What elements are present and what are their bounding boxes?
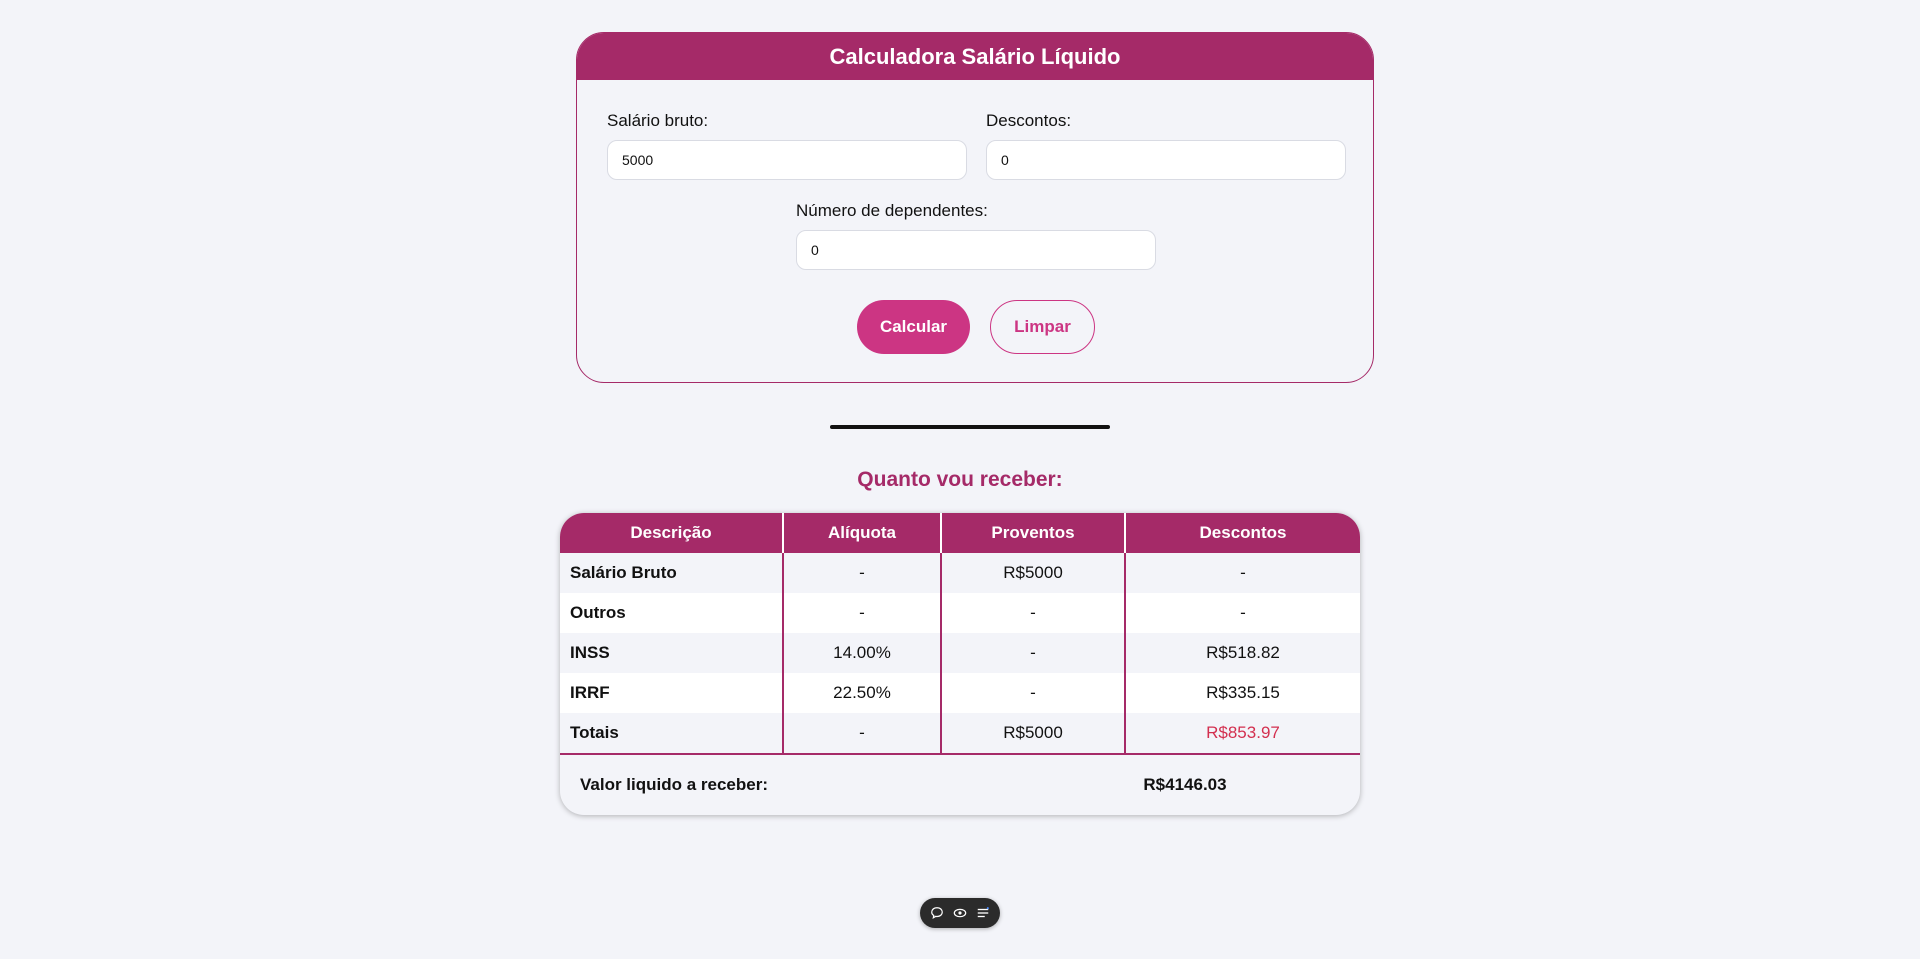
row-rate: 14.00% <box>782 633 941 673</box>
header-earnings: Proventos <box>940 513 1125 553</box>
results-title: Quanto vou receber: <box>857 468 1063 491</box>
table-row: Salário Bruto - R$5000 - <box>560 553 1360 593</box>
table-row: INSS 14.00% - R$518.82 <box>560 633 1360 673</box>
row-deductions: R$335.15 <box>1124 673 1360 713</box>
row-description: Salário Bruto <box>560 553 783 593</box>
page: Calculadora Salário Líquido Salário brut… <box>0 0 1920 959</box>
salary-label: Salário bruto: <box>607 111 709 130</box>
section-divider <box>830 425 1110 429</box>
dependents-input[interactable] <box>796 230 1156 270</box>
row-description: Outros <box>560 593 783 633</box>
row-deductions: - <box>1124 553 1360 593</box>
total-deductions: R$853.97 <box>1124 713 1360 755</box>
row-deductions: R$518.82 <box>1124 633 1360 673</box>
header-deductions: Descontos <box>1124 513 1360 553</box>
net-salary-row: Valor liquido a receber: R$4146.03 <box>560 755 1360 815</box>
row-deductions: - <box>1124 593 1360 633</box>
net-salary-value: R$4146.03 <box>1143 775 1227 794</box>
row-earnings: - <box>940 673 1125 713</box>
calculate-button[interactable]: Calcular <box>857 300 970 354</box>
calculator-title: Calculadora Salário Líquido <box>577 33 1373 80</box>
results-card: Descrição Alíquota Proventos Descontos S… <box>560 513 1360 815</box>
floating-toolbar <box>920 898 1000 928</box>
table-row-totals: Totais - R$5000 R$853.97 <box>560 713 1360 755</box>
row-earnings: R$5000 <box>940 553 1125 593</box>
net-salary-label: Valor liquido a receber: <box>580 775 769 794</box>
row-earnings: - <box>940 593 1125 633</box>
clear-button[interactable]: Limpar <box>990 300 1095 354</box>
table-row: IRRF 22.50% - R$335.15 <box>560 673 1360 713</box>
results-table: Descrição Alíquota Proventos Descontos S… <box>560 513 1360 755</box>
row-earnings: R$5000 <box>940 713 1125 755</box>
calculator-card: Calculadora Salário Líquido Salário brut… <box>576 32 1374 383</box>
comment-icon[interactable] <box>929 905 945 921</box>
row-rate: - <box>782 713 941 755</box>
salary-input[interactable] <box>607 140 967 180</box>
row-earnings: - <box>940 633 1125 673</box>
table-row: Outros - - - <box>560 593 1360 633</box>
header-rate: Alíquota <box>782 513 941 553</box>
table-header-row: Descrição Alíquota Proventos Descontos <box>560 513 1360 553</box>
row-rate: - <box>782 553 941 593</box>
header-description: Descrição <box>560 513 783 553</box>
discounts-input[interactable] <box>986 140 1346 180</box>
row-description: IRRF <box>560 673 783 713</box>
row-description: INSS <box>560 633 783 673</box>
row-rate: 22.50% <box>782 673 941 713</box>
eye-icon[interactable] <box>952 905 968 921</box>
discounts-label: Descontos: <box>986 111 1072 130</box>
row-description: Totais <box>560 713 783 755</box>
dependents-label: Número de dependentes: <box>796 201 988 220</box>
menu-icon[interactable] <box>975 905 991 921</box>
row-rate: - <box>782 593 941 633</box>
